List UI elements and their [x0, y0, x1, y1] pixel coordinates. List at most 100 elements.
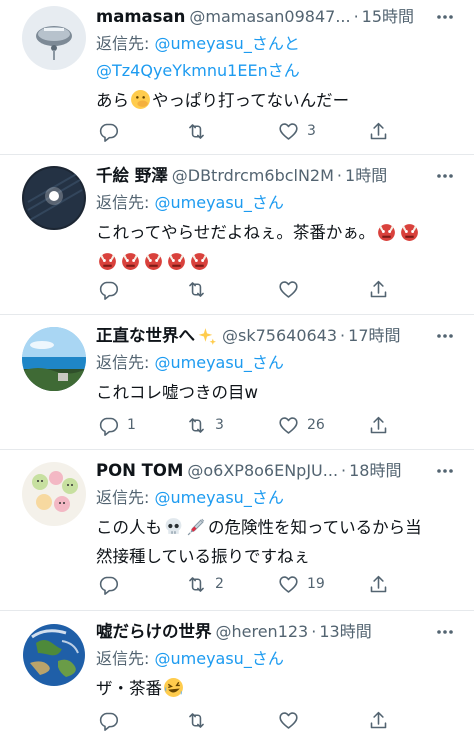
- share-icon: [368, 574, 389, 595]
- reply-to: 返信先: @umeyasu_さんと @Tz4QyeYkmnu1EEnさん: [96, 30, 460, 84]
- retweet-button[interactable]: [186, 120, 207, 142]
- reply-count: 1: [127, 417, 136, 433]
- mention-link[interactable]: @umeyasu_さんと: [155, 34, 300, 53]
- ogre-emoji-icon: [189, 250, 210, 271]
- tweet-actions: [96, 709, 396, 731]
- like-count: 26: [307, 417, 325, 433]
- reply-button[interactable]: 1: [98, 414, 136, 436]
- like-button[interactable]: [278, 278, 299, 300]
- reply-to: 返信先: @umeyasu_さん: [96, 349, 460, 376]
- tweet[interactable]: 嘘だらけの世界 @heren123 · 13時間 返信先: @umeyasu_さ…: [0, 611, 474, 735]
- tweet-actions: 1 3 26: [96, 414, 396, 436]
- tweet-header: PON TOM @o6XP8o6ENpJU... · 18時間: [96, 458, 460, 484]
- tweet-text: あら やっぱり打ってないんだー: [96, 90, 350, 110]
- avatar[interactable]: [22, 327, 86, 391]
- more-icon[interactable]: [432, 163, 458, 189]
- mention-link[interactable]: @umeyasu_さん: [155, 649, 284, 668]
- ogre-emoji-icon: [376, 221, 397, 242]
- retweet-count: 3: [215, 417, 224, 433]
- mention-link[interactable]: @umeyasu_さん: [155, 488, 284, 507]
- share-button[interactable]: [368, 120, 389, 142]
- like-count: 19: [307, 576, 325, 592]
- like-button[interactable]: 19: [278, 573, 325, 595]
- reply-icon: [98, 121, 119, 142]
- reply-to: 返信先: @umeyasu_さん: [96, 645, 460, 672]
- share-button[interactable]: [368, 709, 389, 731]
- display-name[interactable]: PON TOM: [96, 458, 183, 484]
- more-icon[interactable]: [432, 619, 458, 645]
- avatar[interactable]: [22, 6, 86, 70]
- display-name[interactable]: 千絵 野澤: [96, 163, 168, 189]
- share-button[interactable]: [368, 278, 389, 300]
- tweet-actions: 2 19: [96, 573, 396, 595]
- separator: ·: [340, 326, 346, 345]
- like-button[interactable]: 3: [278, 120, 316, 142]
- mention-link[interactable]: @Tz4QyeYkmnu1EEnさん: [96, 61, 300, 80]
- user-handle[interactable]: @sk75640643: [222, 323, 337, 349]
- like-count: 3: [307, 123, 316, 139]
- reply-button[interactable]: [98, 709, 119, 731]
- more-icon[interactable]: [432, 4, 458, 30]
- display-name[interactable]: 正直な世界へ: [96, 323, 195, 349]
- tweet[interactable]: PON TOM @o6XP8o6ENpJU... · 18時間 返信先: @um…: [0, 450, 474, 611]
- timestamp[interactable]: 1時間: [345, 163, 387, 189]
- avatar[interactable]: [22, 623, 86, 687]
- ogre-emoji-icon: [399, 221, 420, 242]
- tweet-header: 正直な世界へ @sk75640643 · 17時間: [96, 323, 460, 349]
- separator: ·: [353, 7, 359, 26]
- ogre-emoji-icon: [97, 250, 118, 271]
- tweet-text: この人も の危険性を知っているから当 然接種している振りですねぇ: [96, 516, 422, 566]
- separator: ·: [336, 166, 343, 185]
- reply-icon: [98, 710, 119, 731]
- user-handle[interactable]: @heren123: [216, 619, 309, 645]
- user-handle[interactable]: @DBtrdrcm6bclN2M: [172, 163, 334, 189]
- heart-icon: [278, 121, 299, 142]
- user-handle[interactable]: @o6XP8o6ENpJU...: [187, 458, 338, 484]
- mention-link[interactable]: @umeyasu_さん: [155, 353, 284, 372]
- share-icon: [368, 279, 389, 300]
- like-button[interactable]: 26: [278, 414, 325, 436]
- mention-link[interactable]: @umeyasu_さん: [155, 193, 284, 212]
- tweet-actions: [96, 278, 396, 300]
- like-button[interactable]: [278, 709, 299, 731]
- display-name[interactable]: mamasan: [96, 4, 185, 30]
- reply-button[interactable]: [98, 278, 119, 300]
- timestamp[interactable]: 18時間: [349, 458, 401, 484]
- heart-icon: [278, 415, 299, 436]
- tweet[interactable]: 千絵 野澤 @DBtrdrcm6bclN2M · 1時間 返信先: @umeya…: [0, 155, 474, 315]
- tweet[interactable]: mamasan @mamasan09847... · 15時間 返信先: @um…: [0, 0, 474, 155]
- reply-label: 返信先:: [96, 34, 150, 53]
- tweet[interactable]: 正直な世界へ @sk75640643 · 17時間 返信先: @umeyasu_…: [0, 315, 474, 450]
- reply-button[interactable]: [98, 573, 119, 595]
- reply-timeline: mamasan @mamasan09847... · 15時間 返信先: @um…: [0, 0, 474, 735]
- reply-label: 返信先:: [96, 649, 150, 668]
- skull-emoji-icon: [163, 516, 184, 537]
- share-button[interactable]: [368, 414, 389, 436]
- retweet-button[interactable]: 3: [186, 414, 224, 436]
- reply-label: 返信先:: [96, 353, 150, 372]
- tweet-header: 嘘だらけの世界 @heren123 · 13時間: [96, 619, 460, 645]
- timestamp[interactable]: 13時間: [319, 619, 371, 645]
- separator: ·: [341, 461, 347, 480]
- reply-to: 返信先: @umeyasu_さん: [96, 484, 460, 511]
- reply-button[interactable]: [98, 120, 119, 142]
- display-name[interactable]: 嘘だらけの世界: [96, 619, 212, 645]
- reply-icon: [98, 279, 119, 300]
- more-icon[interactable]: [432, 323, 458, 349]
- syringe-emoji-icon: [186, 516, 207, 537]
- retweet-button[interactable]: [186, 278, 207, 300]
- retweet-button[interactable]: [186, 709, 207, 731]
- reply-icon: [98, 574, 119, 595]
- avatar[interactable]: [22, 166, 86, 230]
- user-handle[interactable]: @mamasan09847...: [189, 4, 350, 30]
- timestamp[interactable]: 17時間: [348, 323, 400, 349]
- timestamp[interactable]: 15時間: [362, 4, 414, 30]
- tweet-text: これってやらせだよねぇ。茶番かぁ。: [96, 218, 460, 276]
- more-icon[interactable]: [432, 458, 458, 484]
- tweet-text: これコレ嘘つきの目w: [96, 383, 258, 402]
- share-button[interactable]: [368, 573, 389, 595]
- avatar[interactable]: [22, 462, 86, 526]
- retweet-button[interactable]: 2: [186, 573, 224, 595]
- reply-label: 返信先:: [96, 488, 150, 507]
- retweet-count: 2: [215, 576, 224, 592]
